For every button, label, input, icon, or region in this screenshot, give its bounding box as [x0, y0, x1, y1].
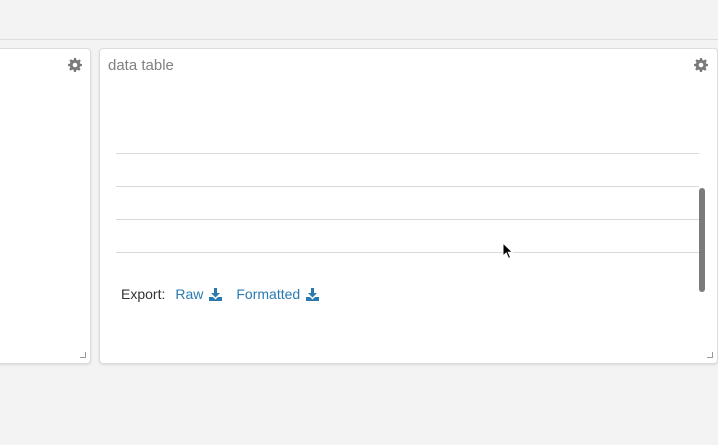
export-formatted-link[interactable]: Formatted	[236, 286, 320, 302]
header-divider	[0, 39, 718, 40]
download-icon	[306, 287, 320, 301]
gear-icon[interactable]	[694, 58, 708, 72]
table-row	[116, 154, 699, 187]
download-icon	[209, 287, 223, 301]
export-label: Export:	[121, 286, 166, 302]
data-table	[116, 121, 699, 253]
mouse-cursor-icon	[502, 242, 514, 260]
export-raw-link[interactable]: Raw	[175, 286, 223, 302]
export-raw-label: Raw	[175, 286, 204, 302]
export-bar: Export: Raw Formatted	[121, 286, 333, 302]
dashboard-page: data table Export: Raw Formatted	[0, 0, 718, 445]
left-panel	[0, 48, 91, 364]
table-row	[116, 220, 699, 253]
resize-handle-icon[interactable]	[80, 352, 86, 358]
resize-handle-icon[interactable]	[707, 352, 713, 358]
vertical-scrollbar[interactable]	[699, 188, 705, 292]
table-row	[116, 187, 699, 220]
export-formatted-label: Formatted	[236, 286, 301, 302]
gear-icon[interactable]	[68, 58, 82, 72]
data-table-panel: data table Export: Raw Formatted	[99, 48, 718, 364]
table-row	[116, 121, 699, 154]
panel-title: data table	[108, 57, 174, 74]
